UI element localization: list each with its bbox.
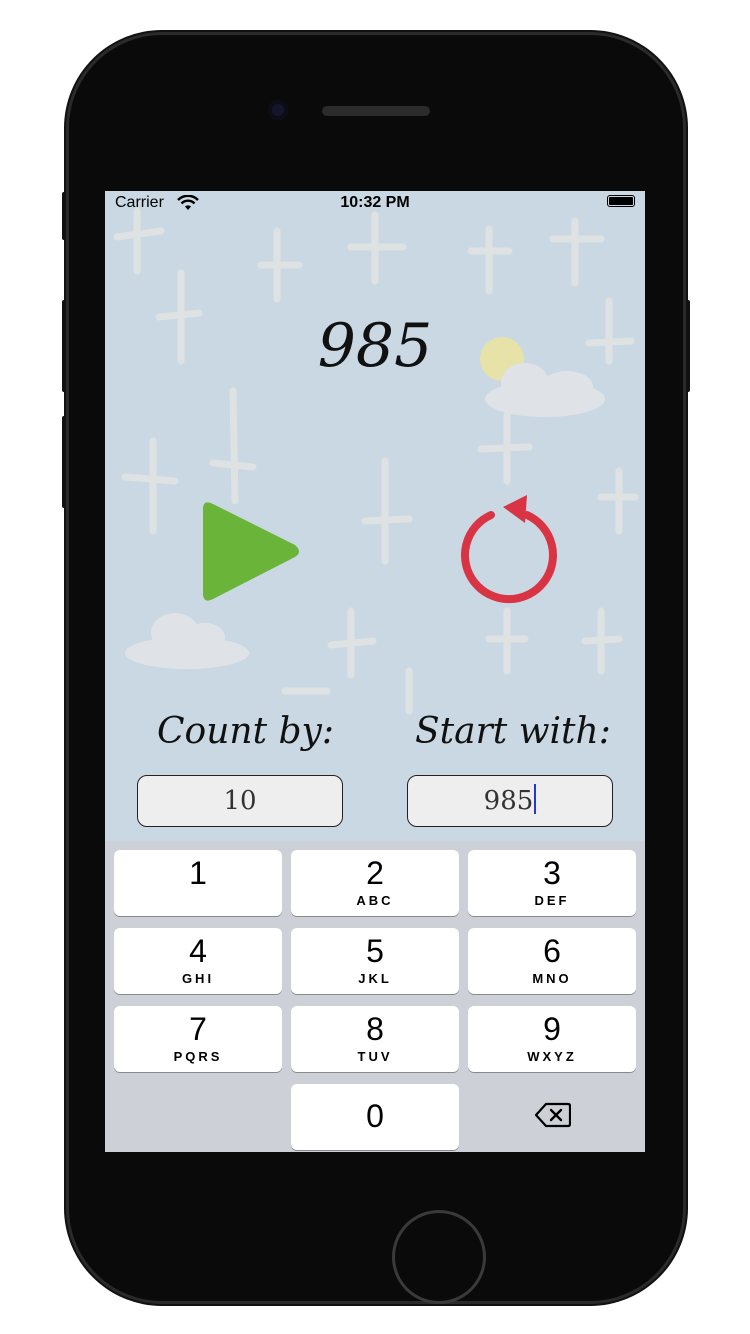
key-4[interactable]: 4 GHI (114, 928, 282, 994)
key-3[interactable]: 3 DEF (468, 850, 636, 916)
key-digit: 6 (543, 933, 561, 969)
text-cursor (534, 784, 537, 814)
play-icon (203, 502, 299, 601)
earpiece-speaker (322, 106, 430, 116)
key-digit: 0 (366, 1098, 384, 1134)
key-8[interactable]: 8 TUV (291, 1006, 459, 1072)
power-button (686, 300, 690, 392)
key-letters: DEF (534, 893, 570, 908)
volume-down-button (62, 416, 66, 508)
cloud-shape-left (125, 613, 249, 669)
key-1[interactable]: 1 (114, 850, 282, 916)
key-0[interactable]: 0 (291, 1084, 459, 1150)
key-letters: GHI (181, 971, 215, 986)
play-button[interactable] (191, 497, 303, 607)
key-letters: MNO (532, 971, 572, 986)
start-with-value: 985 (483, 786, 534, 816)
home-button[interactable] (392, 1210, 486, 1304)
count-by-value: 10 (223, 786, 257, 816)
reset-icon (461, 495, 557, 604)
key-digit: 9 (543, 1011, 561, 1047)
key-2[interactable]: 2 ABC (291, 850, 459, 916)
mute-switch (62, 192, 66, 240)
key-digit: 8 (366, 1011, 384, 1047)
status-bar: Carrier 10:32 PM (105, 191, 645, 215)
key-digit: 1 (189, 855, 207, 891)
key-letters: JKL (358, 971, 392, 986)
key-digit: 5 (366, 933, 384, 969)
counter-display: 985 (317, 311, 433, 381)
key-7[interactable]: 7 PQRS (114, 1006, 282, 1072)
key-digit: 2 (366, 855, 384, 891)
app-screen: Carrier 10:32 PM 985 Count by: Start wit… (105, 191, 645, 1152)
key-letters: WXYZ (527, 1049, 577, 1064)
key-letters: TUV (357, 1049, 393, 1064)
key-digit: 4 (189, 933, 207, 969)
key-6[interactable]: 6 MNO (468, 928, 636, 994)
status-time: 10:32 PM (340, 194, 410, 211)
count-by-field[interactable]: 10 (137, 775, 343, 827)
key-digit: 3 (543, 855, 561, 891)
key-5[interactable]: 5 JKL (291, 928, 459, 994)
key-9[interactable]: 9 WXYZ (468, 1006, 636, 1072)
key-letters: ABC (356, 893, 394, 908)
count-by-label: Count by: (157, 711, 335, 752)
volume-up-button (62, 300, 66, 392)
backspace-icon[interactable] (535, 1101, 571, 1129)
start-with-field[interactable]: 985 (407, 775, 613, 827)
reset-button[interactable] (455, 493, 565, 611)
key-digit: 7 (189, 1011, 207, 1047)
battery-icon (607, 195, 635, 207)
front-camera (268, 100, 288, 120)
start-with-label: Start with: (415, 711, 611, 752)
key-letters: PQRS (173, 1049, 223, 1064)
